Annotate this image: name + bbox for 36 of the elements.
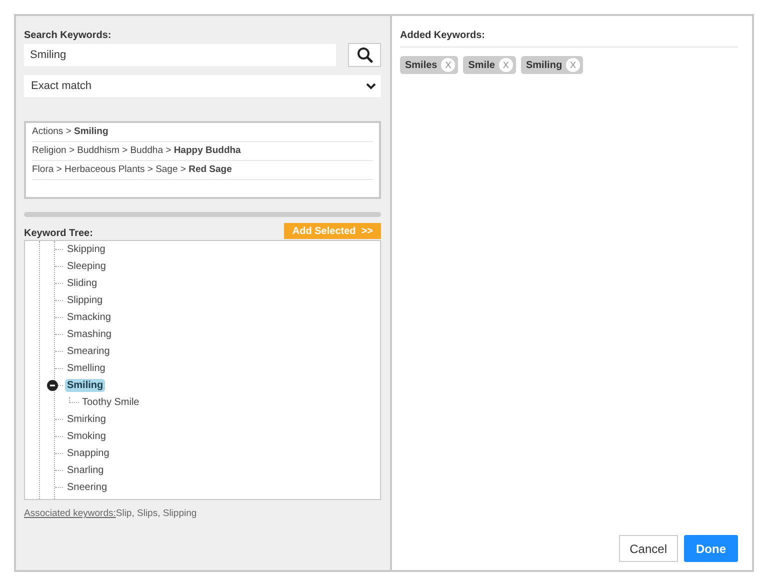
tree-item[interactable]: Sleeping — [65, 260, 108, 273]
search-button[interactable] — [348, 43, 381, 67]
match-dropdown[interactable]: Exact match — [24, 75, 381, 97]
tree-item[interactable]: Skipping — [65, 243, 108, 256]
tree-item[interactable]: Smiling — [65, 379, 106, 392]
tree-item[interactable]: Sneering — [65, 481, 110, 494]
tree-item[interactable]: Sliding — [65, 277, 100, 290]
tree-item[interactable]: Smacking — [65, 311, 113, 324]
search-label: Search Keywords: — [24, 30, 112, 41]
remove-chip-button[interactable]: X — [566, 58, 580, 72]
collapse-icon[interactable] — [47, 380, 58, 391]
tree-item[interactable]: Smashing — [65, 328, 114, 341]
tree-item[interactable]: Smirking — [65, 413, 108, 426]
result-item[interactable]: Flora > Herbaceous Plants > Sage > Red Sage — [32, 161, 373, 180]
search-field[interactable]: Smiling — [24, 44, 336, 66]
tree-item[interactable]: Slipping — [65, 294, 105, 307]
remove-chip-button[interactable]: X — [441, 58, 456, 72]
result-item[interactable]: Actions > Smiling — [32, 123, 373, 142]
chip-label: Smile — [468, 60, 495, 70]
associated-keywords-text: Slip, Slips, Slipping — [116, 508, 197, 519]
result-item[interactable]: Religion > Buddhism > Buddha > Happy Buddha — [32, 142, 373, 161]
chip-label: Smiles — [405, 60, 438, 70]
tree-item[interactable]: Smearing — [65, 345, 112, 358]
search-icon — [356, 47, 372, 63]
tree-item[interactable]: Snapping — [65, 447, 112, 460]
tree-item[interactable]: Snarling — [65, 464, 106, 477]
added-keywords-label: Added Keywords: — [400, 30, 738, 48]
cancel-button[interactable]: Cancel — [618, 535, 678, 562]
chip-label: Smiling — [526, 60, 562, 70]
tree-item[interactable]: Smoking — [65, 430, 108, 443]
chevron-icon — [366, 82, 376, 90]
keyword-tree-label: Keyword Tree: — [24, 228, 93, 239]
tree-item[interactable]: Toothy Smile — [80, 396, 142, 409]
remove-chip-button[interactable]: X — [498, 58, 513, 72]
tree-item[interactable]: Smelling — [65, 362, 108, 375]
associated-keywords-link[interactable]: Associated keywords: — [24, 508, 116, 519]
